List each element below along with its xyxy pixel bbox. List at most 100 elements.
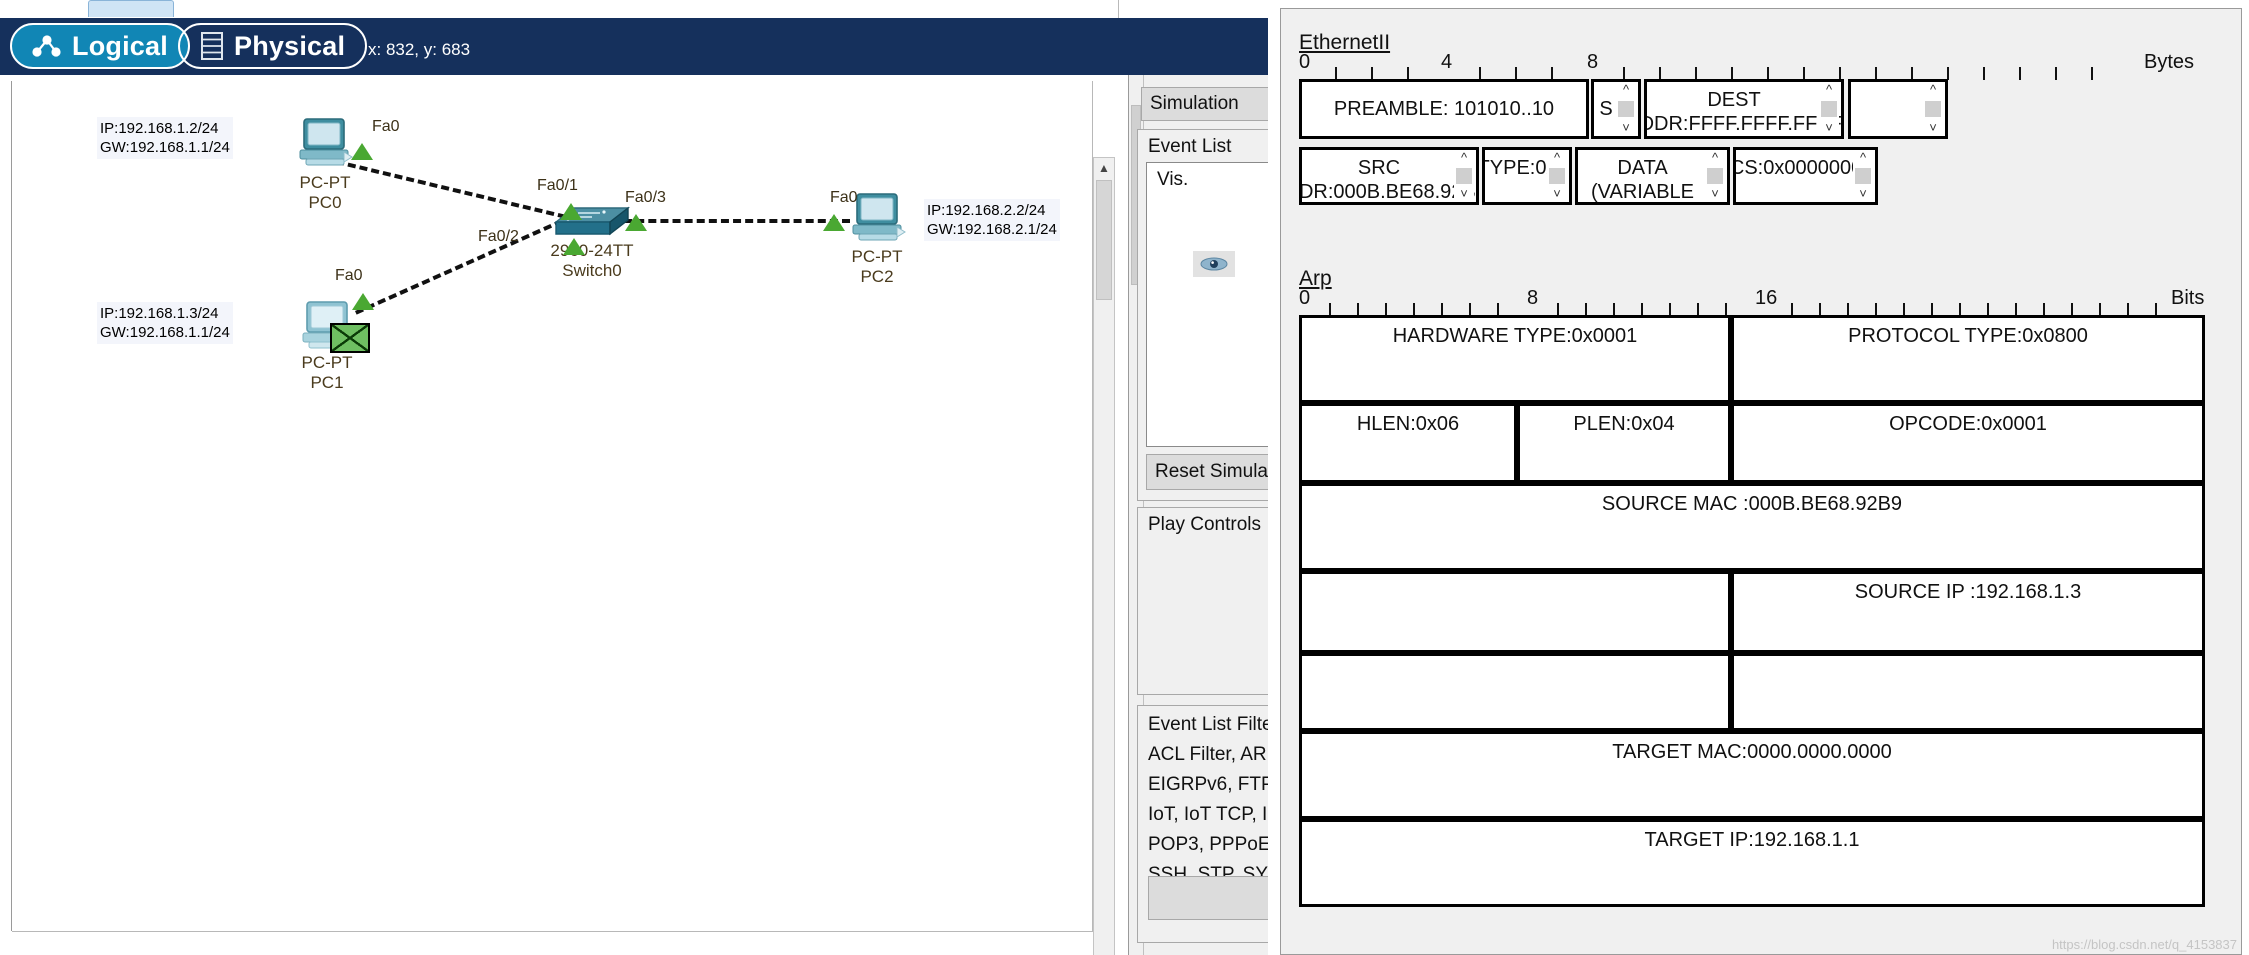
eth-field-fcs[interactable]: FCS:0x00000000 ^ ˅ [1733, 147, 1878, 205]
tab-logical[interactable]: Logical [10, 23, 190, 69]
switch0-fa02-marker [563, 238, 585, 255]
eth-src-addr-spinner[interactable]: ^ ˅ [1454, 151, 1474, 200]
reset-simulation-button[interactable]: Reset Simulation [1146, 454, 1268, 490]
switch0-fa03-label: Fa0/3 [625, 189, 666, 206]
chevron-down-icon[interactable]: ˅ [1622, 121, 1630, 134]
chevron-up-icon[interactable]: ^ [1623, 83, 1629, 96]
node-pc0[interactable] [294, 116, 356, 177]
arp-field-hardware-type[interactable]: HARDWARE TYPE:0x0001 [1299, 315, 1731, 403]
spinner-track [1618, 101, 1634, 117]
arp-field-hlen[interactable]: HLEN:0x06 [1299, 403, 1517, 483]
eth-data-spinner[interactable]: ^ ˅ [1705, 151, 1725, 200]
chevron-down-icon[interactable]: ˅ [1859, 187, 1867, 200]
eth-field-data[interactable]: DATA (VARIABLE LENGTH) ^ ˅ [1575, 147, 1730, 205]
arp-field-blank-left[interactable] [1299, 653, 1731, 731]
chevron-up-icon[interactable]: ^ [1712, 151, 1718, 164]
spinner-track [1707, 168, 1723, 184]
arp-field-target-ip[interactable]: TARGET IP:192.168.1.1 [1299, 819, 2205, 907]
watermark: https://blog.csdn.net/q_4153837 [2051, 937, 2237, 952]
eth-type-spinner[interactable]: ^ ˅ [1547, 151, 1567, 200]
spinner-track [1925, 101, 1941, 117]
logical-topology-canvas[interactable]: IP:192.168.1.2/24 GW:192.168.1.1/24 PC-P… [12, 81, 1093, 932]
eth-field-type[interactable]: TYPE:0x ^ ˅ [1482, 147, 1572, 205]
eth-field-preamble[interactable]: PREAMBLE: 101010..10 [1299, 79, 1589, 139]
eth-fcs-spinner[interactable]: ^ ˅ [1853, 151, 1873, 200]
eth-row1-overflow-spinner[interactable]: ^ ˅ [1923, 83, 1943, 134]
eth-field-dest-addr[interactable]: DEST ADDR:FFFF.FFFF.FFFF ^ ˅ [1644, 79, 1844, 139]
switch0-name: Switch0 [562, 261, 622, 280]
filter-line-1: ACL Filter, ARP, BGP, CAPWAP, CDP, DHCP,… [1148, 744, 1268, 765]
vertical-scroll-thumb[interactable] [1096, 180, 1112, 300]
spinner-track [1821, 101, 1837, 117]
chevron-down-icon[interactable]: ˅ [1929, 121, 1937, 134]
pc2-port-label: Fa0 [830, 189, 858, 206]
arp-field-blank-right[interactable] [1731, 653, 2205, 731]
filter-line-2: EIGRPv6, FTP, H.323, HSRP, HSRPv6, HTTP,… [1148, 774, 1268, 795]
chevron-down-icon[interactable]: ˅ [1825, 121, 1833, 134]
event-list-filters-group: Event List Filters - Visible Events ACL … [1137, 705, 1268, 943]
pc0-port-marker [351, 143, 373, 160]
eth-preamble-text: PREAMBLE: 101010..10 [1333, 98, 1555, 120]
pc1-type: PC-PT [301, 353, 353, 372]
simulation-title-button[interactable]: Simulation [1141, 87, 1268, 121]
pc1-ip: IP:192.168.1.3/24 [100, 305, 219, 322]
chevron-up-icon[interactable]: ^ [1554, 151, 1560, 164]
event-list-title: Event List [1148, 136, 1232, 157]
chevron-up-icon[interactable]: ^ [1930, 83, 1936, 96]
pc0-caption: PC-PT PC0 [260, 173, 390, 213]
pc0-ip-label: IP:192.168.1.2/24 GW:192.168.1.1/24 [97, 117, 233, 159]
event-list-table[interactable]: Vis. [1146, 162, 1268, 447]
arp-hlen-text: HLEN:0x06 [1356, 413, 1460, 435]
arp-source-mac-text: SOURCE MAC :000B.BE68.92B9 [1601, 493, 1903, 515]
eth-field-row1-overflow[interactable]: ^ ˅ [1848, 79, 1948, 139]
pc0-ip: IP:192.168.1.2/24 [100, 120, 219, 137]
tab-stub[interactable] [88, 0, 174, 17]
arp-field-source-ip[interactable]: SOURCE IP :192.168.1.3 [1731, 571, 2205, 653]
pc2-caption: PC-PT PC2 [812, 247, 942, 287]
eye-icon[interactable] [1193, 251, 1235, 277]
pc2-gw: GW:192.168.2.1/24 [927, 221, 1057, 238]
arp-field-target-mac[interactable]: TARGET MAC:0000.0000.0000 [1299, 731, 2205, 819]
chevron-up-icon[interactable]: ^ [1826, 83, 1832, 96]
pdu-information-window: EthernetII 0 4 8 Bytes PREAMBLE: 101010.… [1280, 8, 2242, 955]
tab-physical[interactable]: Physical [178, 23, 368, 69]
arp-field-plen[interactable]: PLEN:0x04 [1517, 403, 1731, 483]
workspace-area: IP:192.168.1.2/24 GW:192.168.1.1/24 PC-P… [0, 75, 1268, 955]
eth-dest-addr-spinner[interactable]: ^ ˅ [1819, 83, 1839, 134]
eth-field-src-addr[interactable]: SRC ADDR:000B.BE68.92B9 ^ ˅ [1299, 147, 1479, 205]
packet-envelope-icon [330, 323, 370, 353]
arp-field-opcode[interactable]: OPCODE:0x0001 [1731, 403, 2205, 483]
canvas-vertical-scrollbar[interactable]: ▲ ▼ [1093, 157, 1115, 955]
eth-sfd-spinner[interactable]: ^ ˅ [1616, 83, 1636, 134]
arp-ruler-label-0: 0 [1299, 287, 1311, 309]
pc0-type: PC-PT [299, 173, 351, 192]
pc1-port-label: Fa0 [335, 267, 363, 284]
cursor-coordinates: x: 832, y: 683 [368, 40, 471, 59]
arp-hardware-type-text: HARDWARE TYPE:0x0001 [1392, 325, 1638, 347]
arp-field-source-mac[interactable]: SOURCE MAC :000B.BE68.92B9 [1299, 483, 2205, 571]
arp-source-ip-text: SOURCE IP :192.168.1.3 [1854, 581, 2082, 603]
arp-field-source-mac-cont[interactable] [1299, 571, 1731, 653]
pc1-port-marker [352, 293, 374, 310]
scroll-up-icon[interactable]: ▲ [1094, 158, 1114, 178]
pc2-port-marker [823, 214, 845, 231]
eth-field-sfd[interactable]: S ^ ˅ [1591, 79, 1641, 139]
chevron-up-icon[interactable]: ^ [1860, 151, 1866, 164]
window-top-strip [0, 0, 1268, 19]
switch0-caption: 2960-24TT Switch0 [512, 241, 672, 281]
filter-line-0: Event List Filters - Visible Events [1148, 714, 1268, 735]
chevron-up-icon[interactable]: ^ [1461, 151, 1467, 164]
ethernet-ruler-label-4: 4 [1441, 51, 1453, 73]
switch0-fa01-label: Fa0/1 [537, 177, 578, 194]
chevron-down-icon[interactable]: ˅ [1460, 187, 1468, 200]
spinner-track [1549, 168, 1565, 184]
chevron-down-icon[interactable]: ˅ [1711, 187, 1719, 200]
edit-filters-button[interactable] [1148, 876, 1268, 920]
window-gap [1268, 0, 1280, 955]
chevron-down-icon[interactable]: ˅ [1553, 187, 1561, 200]
eth-src-addr-text: SRC ADDR:000B.BE68.92B9 [1299, 157, 1479, 203]
arp-ruler-label-8: 8 [1527, 287, 1539, 309]
arp-field-protocol-type[interactable]: PROTOCOL TYPE:0x0800 [1731, 315, 2205, 403]
pc-icon [299, 118, 353, 166]
arp-ruler-unit: Bits [2171, 287, 2205, 309]
